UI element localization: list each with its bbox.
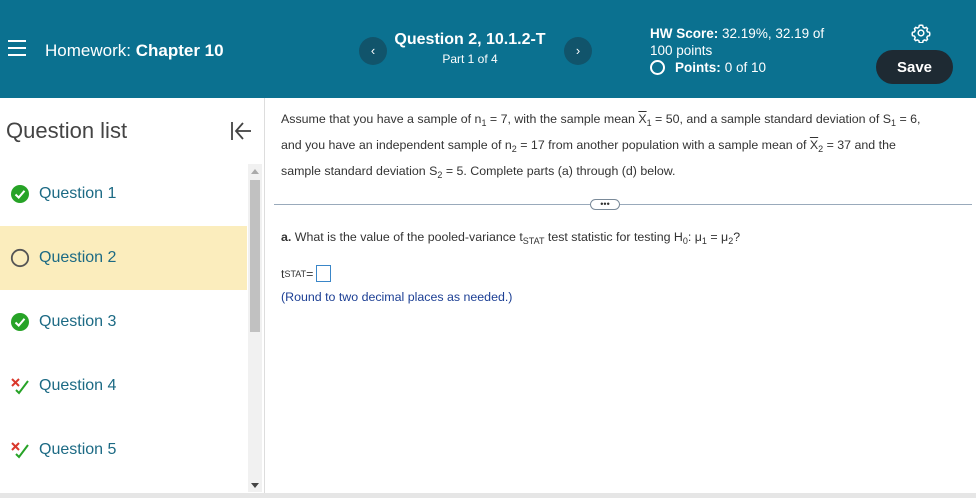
partial-credit-icon [11, 378, 29, 395]
sidebar-item-label: Question 2 [39, 249, 117, 266]
sidebar-item-question-2[interactable]: Question 2 [0, 226, 247, 290]
previous-question-button[interactable]: ‹ [359, 37, 387, 65]
points-ring-icon [650, 60, 665, 75]
section-divider [274, 204, 972, 205]
sidebar-item-question-4[interactable]: Question 4 [0, 354, 247, 418]
top-bar: Homework: Chapter 10 ‹ Question 2, 10.1.… [0, 0, 976, 98]
homework-name: Chapter 10 [135, 41, 224, 60]
sidebar-item-question-1[interactable]: Question 1 [0, 162, 247, 226]
sidebar-item-label: Question 4 [39, 377, 117, 394]
collapse-panel-icon[interactable] [229, 120, 253, 142]
scroll-thumb[interactable] [250, 180, 260, 332]
rounding-hint: (Round to two decimal places as needed.) [281, 290, 513, 304]
points-display: Points: 0 of 10 [650, 60, 766, 75]
question-content: Assume that you have a sample of n1 = 7,… [266, 98, 976, 493]
check-circle-icon [11, 313, 29, 331]
chevron-left-icon: ‹ [370, 43, 376, 58]
points-value: 0 of 10 [724, 60, 767, 75]
homework-title: Homework: Chapter 10 [45, 41, 224, 61]
hw-score-total: 100 points [650, 43, 713, 58]
chevron-right-icon: › [575, 43, 581, 58]
gear-icon[interactable] [911, 23, 931, 43]
sidebar-item-question-5[interactable]: Question 5 [0, 418, 247, 482]
empty-circle-icon [10, 248, 30, 268]
partial-credit-icon [11, 442, 29, 459]
hw-score-value: 32.19%, 32.19 of [722, 26, 825, 41]
question-list-title: Question list [6, 118, 128, 143]
question-list-panel: Question list Question 1 Question 2 Ques… [0, 98, 265, 493]
next-question-button[interactable]: › [564, 37, 592, 65]
problem-statement: Assume that you have a sample of n1 = 7,… [281, 112, 921, 180]
save-button[interactable]: Save [876, 50, 953, 84]
hw-score-label: HW Score: [650, 26, 719, 41]
points-label: Points: [675, 60, 721, 75]
question-list-scrollbar[interactable] [248, 164, 262, 492]
sidebar-item-question-3[interactable]: Question 3 [0, 290, 247, 354]
bottom-border [0, 493, 976, 498]
part-a-question: a. What is the value of the pooled-varia… [281, 230, 741, 246]
scroll-up-arrow-icon[interactable] [251, 169, 259, 174]
expand-more-button[interactable]: ••• [590, 199, 620, 210]
hw-score: HW Score: 32.19%, 32.19 of 100 points [650, 25, 850, 59]
check-circle-icon [11, 185, 29, 203]
tstat-answer-input[interactable] [316, 265, 332, 282]
scroll-down-arrow-icon[interactable] [251, 483, 259, 488]
answer-row: t STAT = [281, 265, 332, 282]
question-part: Part 1 of 4 [442, 52, 498, 66]
sidebar-item-label: Question 1 [39, 185, 117, 202]
question-title: Question 2, 10.1.2-T [394, 31, 546, 48]
sidebar-item-label: Question 3 [39, 313, 117, 330]
sidebar-item-label: Question 5 [39, 441, 117, 458]
homework-prefix: Homework: [45, 41, 131, 60]
hamburger-menu-icon[interactable] [8, 40, 26, 56]
